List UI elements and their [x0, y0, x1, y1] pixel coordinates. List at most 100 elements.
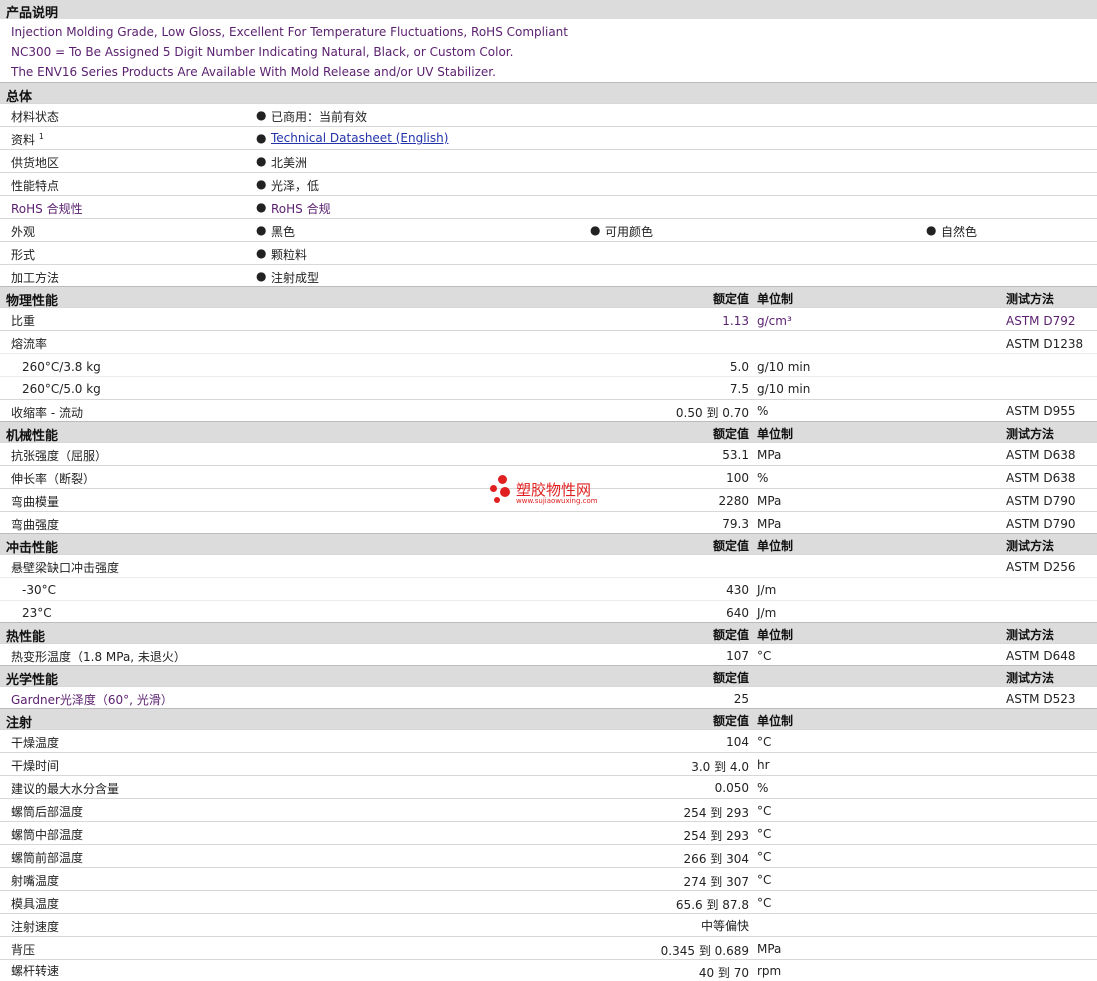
row-label: RoHS 合规性: [11, 202, 83, 216]
watermark-logo: 塑胶物性网 www.sujiaowuxing.com: [488, 470, 618, 510]
row-value: 2280: [718, 494, 749, 508]
bullet-icon: ●: [256, 246, 267, 260]
row-unit: °C: [757, 850, 772, 864]
section-title: 产品说明: [6, 6, 59, 21]
row-unit: °C: [757, 649, 772, 663]
row-label: 资料: [11, 133, 36, 147]
row-value: 0.050: [714, 781, 749, 795]
table-row: 260°C/3.8 kg 5.0 g/10 min: [0, 353, 1097, 376]
row-value: 104: [726, 735, 749, 749]
row-label: 比重: [11, 314, 36, 328]
section-header-injection: 注射 额定值 单位制: [0, 708, 1097, 731]
row-value: 自然色: [941, 225, 978, 239]
header-method: 测试方法: [1006, 539, 1055, 553]
bullet-icon: ●: [926, 223, 937, 237]
row-label: 螺筒后部温度: [11, 805, 84, 819]
row-label: 螺筒中部温度: [11, 828, 84, 842]
row-value: 53.1: [722, 448, 749, 462]
section-header-physical: 物理性能 额定值 单位制 测试方法: [0, 286, 1097, 309]
description-line: The ENV16 Series Products Are Available …: [11, 65, 496, 79]
row-value: 25: [733, 692, 749, 706]
description-line: NC300 = To Be Assigned 5 Digit Number In…: [11, 45, 514, 59]
header-method: 测试方法: [1006, 671, 1055, 685]
header-value: 额定值: [712, 539, 749, 553]
table-row: Gardner光泽度（60°, 光滑） 25 ASTM D523: [0, 686, 1097, 709]
row-value: 中等偏快: [700, 919, 749, 933]
watermark-url: www.sujiaowuxing.com: [516, 497, 598, 505]
row-label: 23°C: [22, 606, 52, 620]
row-method: ASTM D790: [1006, 494, 1076, 508]
table-row: 熔流率 ASTM D1238: [0, 330, 1097, 353]
table-row: 螺筒中部温度 254 到 293 °C: [0, 821, 1097, 844]
row-unit: MPa: [757, 517, 782, 531]
row-unit: °C: [757, 735, 772, 749]
table-row: 材料状态 ● 已商用：当前有效: [0, 103, 1097, 126]
table-row: 外观 ● 黑色 ● 可用颜色 ● 自然色: [0, 218, 1097, 241]
row-method: ASTM D792: [1006, 314, 1076, 328]
row-value: 107: [726, 649, 749, 663]
row-label: 注射速度: [11, 920, 60, 934]
bullet-icon: ●: [256, 108, 267, 122]
row-method: ASTM D638: [1006, 448, 1076, 462]
bullet-icon: ●: [256, 154, 267, 168]
row-method: ASTM D256: [1006, 560, 1076, 574]
header-unit: 单位制: [757, 628, 794, 642]
table-row: 供货地区 ● 北美洲: [0, 149, 1097, 172]
table-row: 23°C 640 J/m: [0, 600, 1097, 623]
header-value: 额定值: [712, 628, 749, 642]
row-unit: °C: [757, 873, 772, 887]
row-value: 254 到 293: [683, 829, 749, 843]
section-header-impact: 冲击性能 额定值 单位制 测试方法: [0, 533, 1097, 556]
table-row: 悬壁梁缺口冲击强度 ASTM D256: [0, 554, 1097, 577]
row-method: ASTM D790: [1006, 517, 1076, 531]
row-label: 260°C/5.0 kg: [22, 382, 101, 396]
table-row: 收缩率 - 流动 0.50 到 0.70 % ASTM D955: [0, 399, 1097, 422]
table-row: 抗张强度（屈服） 53.1 MPa ASTM D638: [0, 442, 1097, 465]
row-value: 注射成型: [271, 271, 320, 285]
table-row: 模具温度 65.6 到 87.8 °C: [0, 890, 1097, 913]
row-value: 已商用：当前有效: [271, 110, 368, 124]
datasheet-link[interactable]: Technical Datasheet (English): [271, 131, 448, 145]
row-label: 建议的最大水分含量: [11, 782, 120, 796]
row-unit: hr: [757, 758, 770, 772]
row-value: 40 到 70: [698, 966, 749, 980]
row-value: 光泽，低: [271, 179, 320, 193]
row-value: 0.345 到 0.689: [660, 944, 749, 958]
table-row: 资料 1 ● Technical Datasheet (English): [0, 126, 1097, 149]
table-row: 形式 ● 颗粒料: [0, 241, 1097, 264]
header-value: 额定值: [712, 427, 749, 441]
row-unit: J/m: [757, 583, 777, 597]
row-method: ASTM D523: [1006, 692, 1076, 706]
row-value: 79.3: [722, 517, 749, 531]
bullet-icon: ●: [256, 269, 267, 283]
table-row: 螺筒后部温度 254 到 293 °C: [0, 798, 1097, 821]
row-value: 65.6 到 87.8: [675, 898, 749, 912]
section-header-product-desc: 产品说明: [0, 0, 1097, 21]
row-method: ASTM D638: [1006, 471, 1076, 485]
row-value: 430: [726, 583, 749, 597]
header-unit: 单位制: [757, 292, 794, 306]
row-unit: °C: [757, 896, 772, 910]
row-label: 熔流率: [11, 337, 48, 351]
row-label: 热变形温度（1.8 MPa, 未退火）: [11, 650, 186, 664]
header-method: 测试方法: [1006, 427, 1055, 441]
row-value: 颗粒料: [271, 248, 308, 262]
header-method: 测试方法: [1006, 628, 1055, 642]
row-value: 3.0 到 4.0: [691, 760, 749, 774]
bullet-icon: ●: [590, 223, 601, 237]
row-value: 北美洲: [271, 156, 308, 170]
row-value: 254 到 293: [683, 806, 749, 820]
table-row: 建议的最大水分含量 0.050 %: [0, 775, 1097, 798]
row-unit: J/m: [757, 606, 777, 620]
row-value: 可用颜色: [605, 225, 654, 239]
row-label: 悬壁梁缺口冲击强度: [11, 561, 120, 575]
row-value: 1.13: [722, 314, 749, 328]
footnote-marker: 1: [38, 132, 44, 141]
row-method: ASTM D955: [1006, 404, 1076, 418]
table-row: 260°C/5.0 kg 7.5 g/10 min: [0, 376, 1097, 399]
row-value: 0.50 到 0.70: [675, 406, 749, 420]
table-row: 加工方法 ● 注射成型: [0, 264, 1097, 287]
header-value: 额定值: [712, 671, 749, 685]
row-label: 模具温度: [11, 897, 60, 911]
row-label: 螺筒前部温度: [11, 851, 84, 865]
